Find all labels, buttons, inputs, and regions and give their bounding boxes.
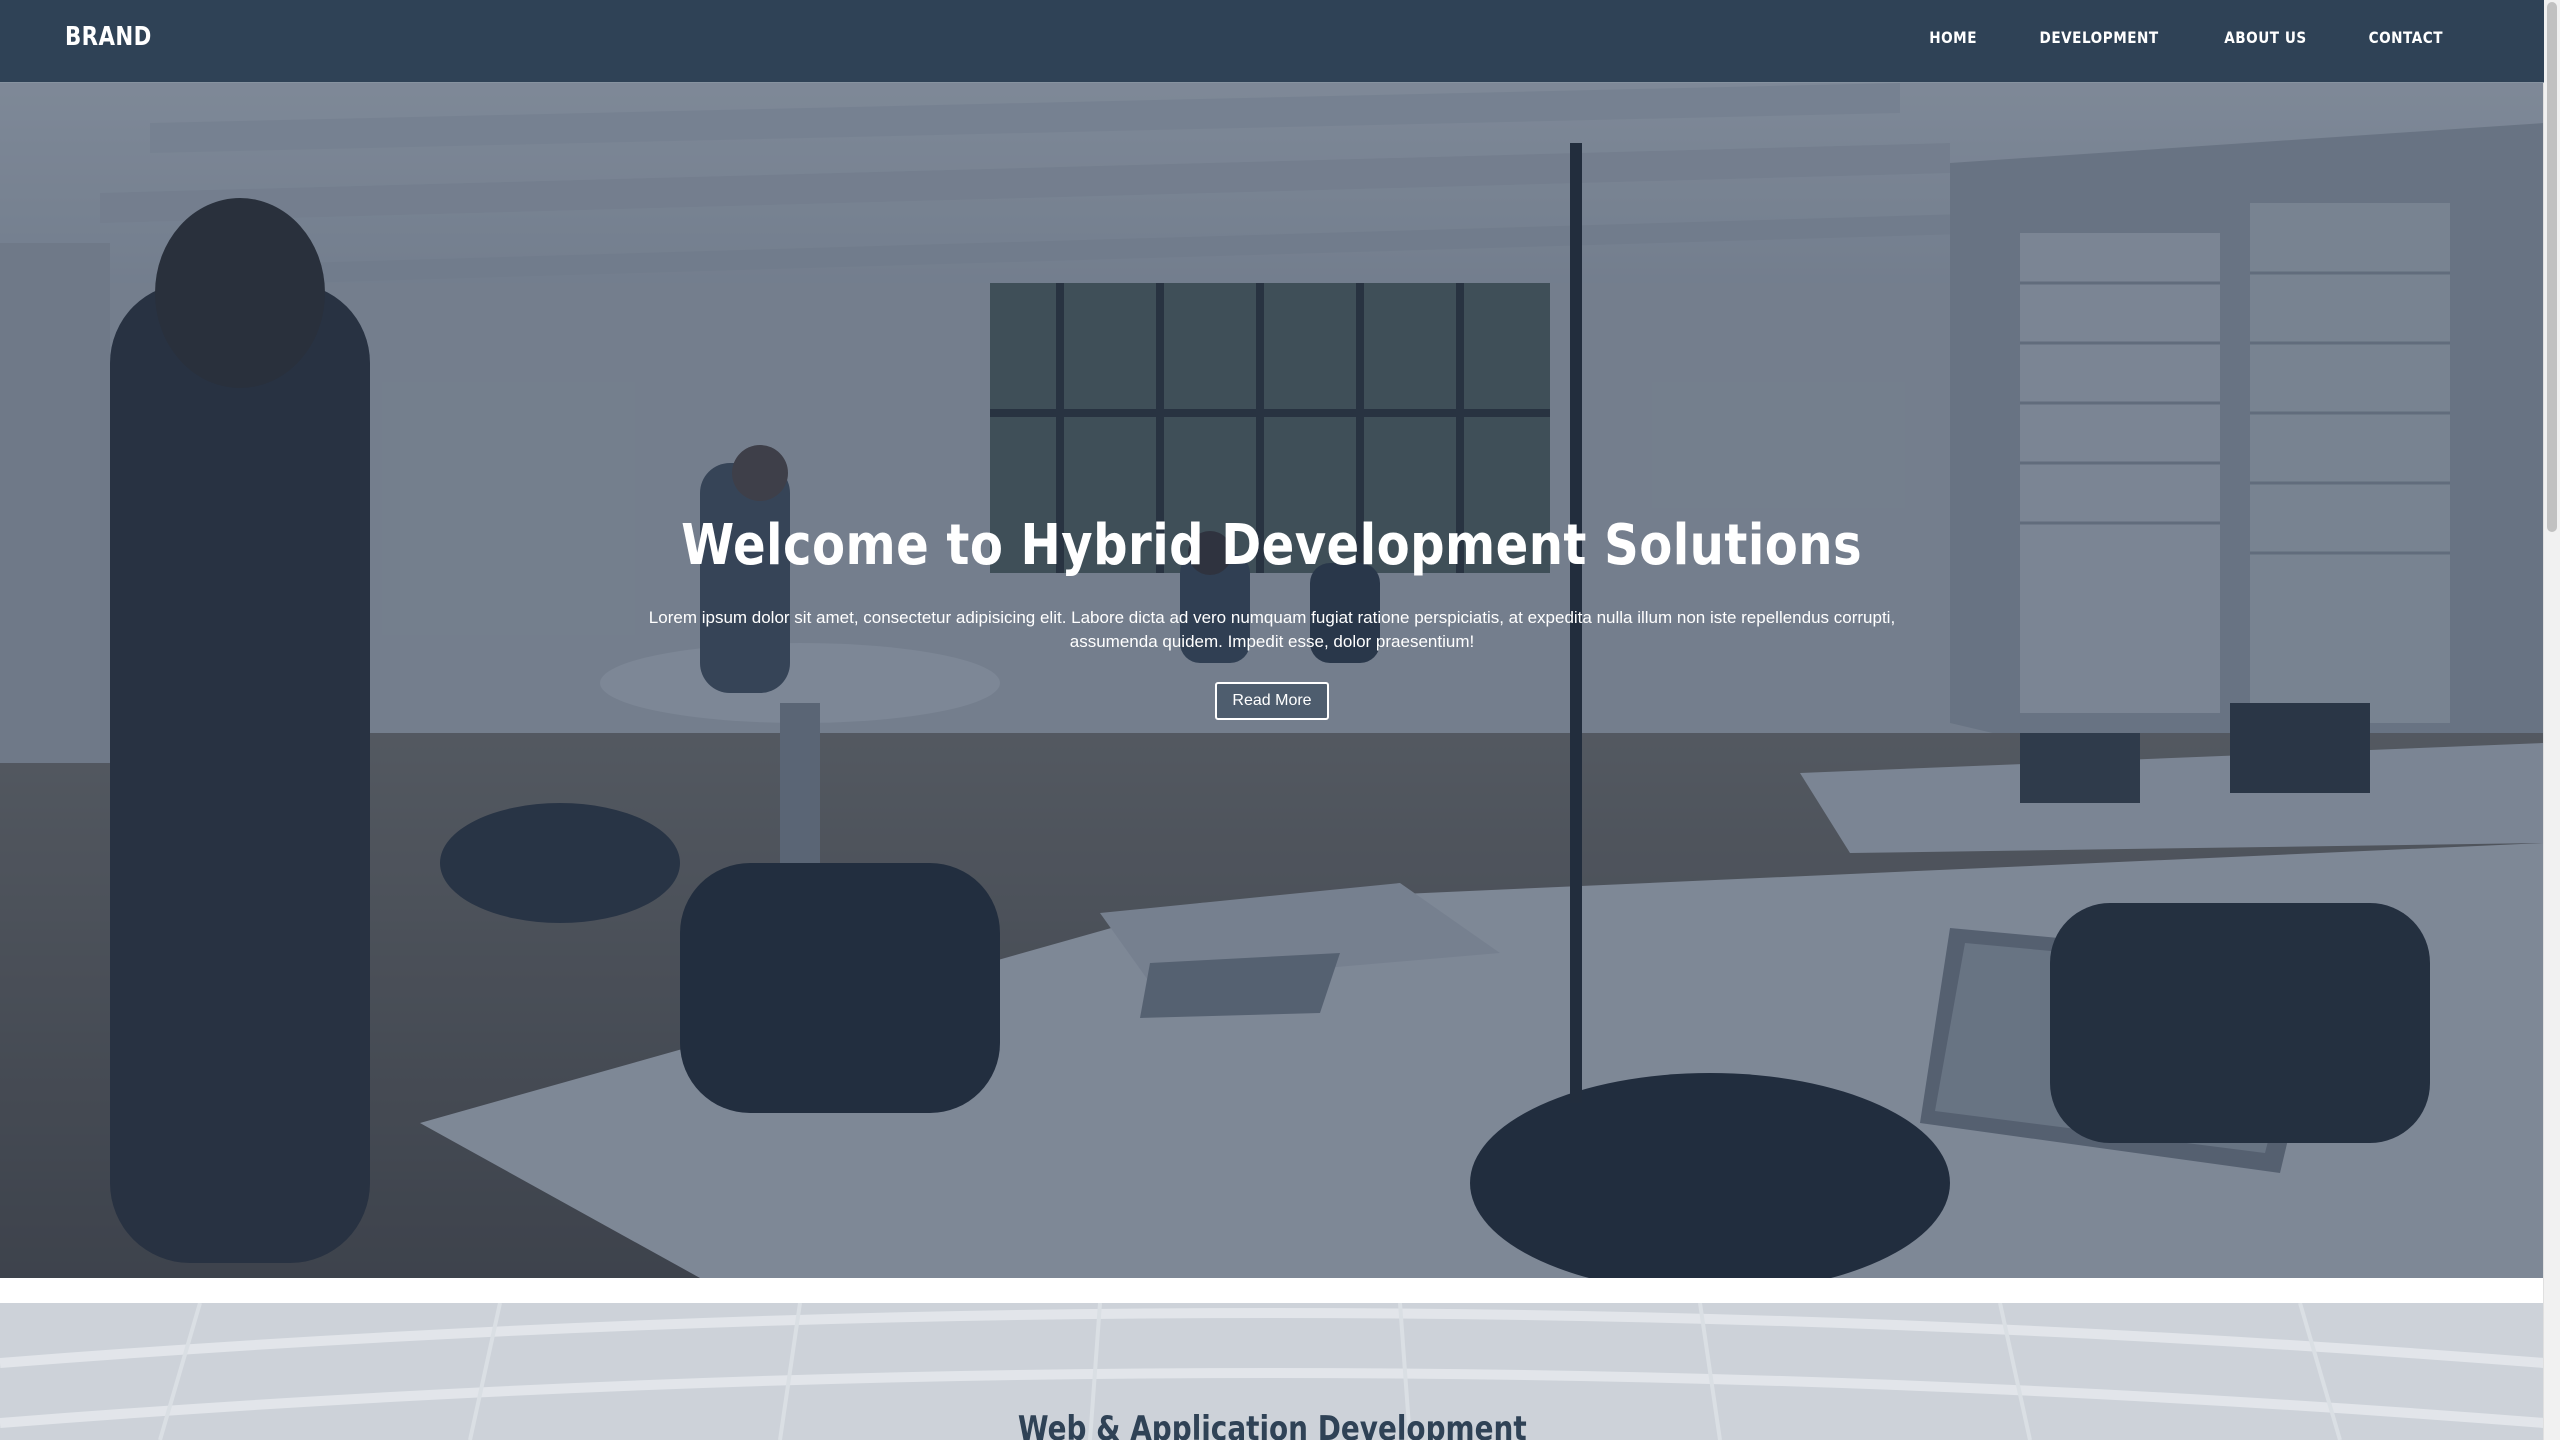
brand-logo[interactable]: BRAND <box>65 22 152 52</box>
section-title-text: Web & Application Development <box>1017 1409 1527 1440</box>
nav-link-contact[interactable]: CONTACT <box>2349 28 2464 47</box>
read-more-button[interactable]: Read More <box>1215 682 1329 720</box>
nav-link-development[interactable]: DEVELOPMENT <box>2019 28 2179 47</box>
page-scrollbar[interactable] <box>2543 0 2560 1440</box>
hero-content: Welcome to Hybrid Development Solutions … <box>0 513 2544 720</box>
nav-link-about-us[interactable]: ABOUT US <box>2204 28 2327 47</box>
hero-section: Welcome to Hybrid Development Solutions … <box>0 83 2544 1278</box>
section-title: Web & Application Development <box>0 1409 2544 1440</box>
hero-description: Lorem ipsum dolor sit amet, consectetur … <box>648 608 1896 651</box>
web-development-section: Web & Application Development <box>0 1303 2544 1440</box>
navbar: BRAND HOME DEVELOPMENT ABOUT US CONTACT <box>0 0 2544 83</box>
nav-links: HOME DEVELOPMENT ABOUT US CONTACT <box>1901 28 2474 47</box>
hero-title: Welcome to Hybrid Development Solutions <box>681 513 1863 578</box>
nav-link-home[interactable]: HOME <box>1909 28 1998 47</box>
scrollbar-thumb[interactable] <box>2547 2 2557 532</box>
